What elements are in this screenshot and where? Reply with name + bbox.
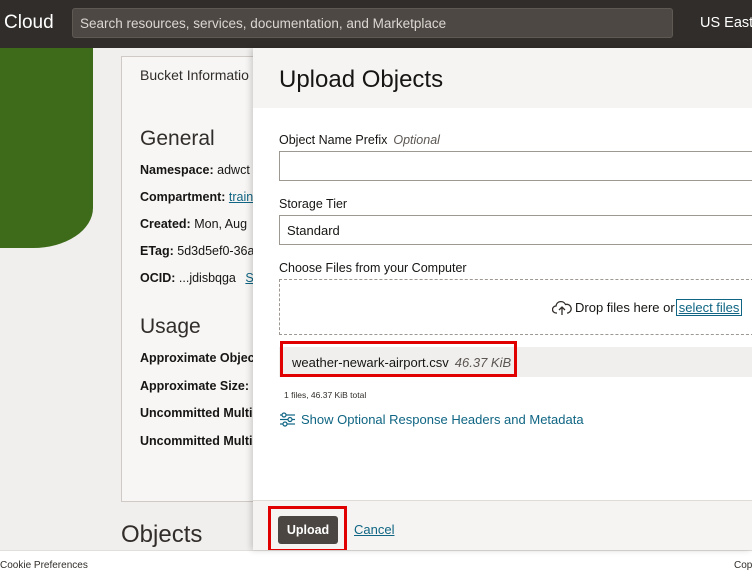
created-value: Mon, Aug xyxy=(194,217,248,231)
etag-value: 5d3d5ef0-36a xyxy=(177,244,255,258)
select-files-link[interactable]: select files xyxy=(675,299,743,316)
usage-approx-size: Approximate Size: xyxy=(140,379,249,393)
file-drop-zone[interactable]: Drop files here or select files xyxy=(279,279,752,335)
created-field: Created: Mon, Aug xyxy=(140,217,247,231)
prefix-optional-hint: Optional xyxy=(393,133,440,147)
ocid-value: ...jdisbqga xyxy=(178,271,236,285)
tab-bucket-information[interactable]: Bucket Informatio xyxy=(140,67,249,83)
global-search[interactable] xyxy=(72,8,673,38)
cancel-link[interactable]: Cancel xyxy=(354,522,394,537)
namespace-label: Namespace: xyxy=(140,163,214,177)
cookie-preferences-link[interactable]: Cookie Preferences xyxy=(0,560,88,571)
usage-approx-size-label: Approximate Size: xyxy=(140,379,250,393)
created-label: Created: xyxy=(140,217,191,231)
panel-footer: Upload Cancel xyxy=(253,500,752,550)
object-name-prefix-input[interactable] xyxy=(279,151,752,181)
compartment-label: Compartment: xyxy=(140,190,226,204)
ocid-label: OCID: xyxy=(140,271,176,285)
usage-uncommitted-2: Uncommitted Multi xyxy=(140,434,253,448)
drop-files-text: Drop files here or xyxy=(575,300,675,315)
usage-approx-objects: Approximate Objec xyxy=(140,351,255,365)
page-footer: Cookie Preferences Cop xyxy=(0,550,752,573)
upload-highlight-box xyxy=(268,506,347,550)
storage-tier-select[interactable]: Standard xyxy=(279,215,752,245)
usage-uncommitted-2-label: Uncommitted Multi xyxy=(140,434,253,448)
panel-header: Upload Objects xyxy=(253,48,752,108)
file-highlight-box xyxy=(280,341,517,377)
show-optional-headers-text: Show Optional Response Headers and Metad… xyxy=(301,412,584,427)
storage-tier-label: Storage Tier xyxy=(279,197,348,211)
usage-uncommitted-1: Uncommitted Multi xyxy=(140,406,253,420)
etag-label: ETag: xyxy=(140,244,174,258)
prefix-label-text: Object Name Prefix xyxy=(279,133,388,147)
choose-files-label: Choose Files from your Computer xyxy=(279,261,467,275)
compartment-field: Compartment: train xyxy=(140,190,253,204)
cloud-upload-icon xyxy=(552,300,572,315)
show-optional-headers-link[interactable]: Show Optional Response Headers and Metad… xyxy=(279,412,584,427)
etag-field: ETag: 5d3d5ef0-36a xyxy=(140,244,254,258)
namespace-value: adwct xyxy=(217,163,250,177)
objects-heading: Objects xyxy=(121,521,203,548)
drop-zone-text: Drop files here or select files xyxy=(552,299,743,316)
prefix-label: Object Name Prefix Optional xyxy=(279,133,440,147)
usage-heading: Usage xyxy=(140,315,201,338)
copyright-text: Cop xyxy=(734,560,752,571)
ocid-field: OCID: ...jdisbqga S xyxy=(140,271,254,285)
panel-title: Upload Objects xyxy=(279,66,444,93)
upload-objects-panel: Upload Objects Object Name Prefix Optiona… xyxy=(253,48,752,550)
top-nav-bar: Cloud US East xyxy=(0,0,752,48)
usage-approx-objects-label: Approximate Objec xyxy=(140,351,255,365)
compartment-link[interactable]: train xyxy=(229,190,253,204)
general-heading: General xyxy=(140,127,215,150)
files-summary: 1 files, 46.37 KiB total xyxy=(284,390,367,400)
brand-name[interactable]: Cloud xyxy=(4,12,54,34)
usage-uncommitted-1-label: Uncommitted Multi xyxy=(140,406,253,420)
search-input[interactable] xyxy=(73,9,672,37)
namespace-field: Namespace: adwct xyxy=(140,163,250,177)
region-selector[interactable]: US East xyxy=(700,15,752,31)
bucket-logo xyxy=(0,48,93,248)
sliders-icon xyxy=(280,412,295,427)
